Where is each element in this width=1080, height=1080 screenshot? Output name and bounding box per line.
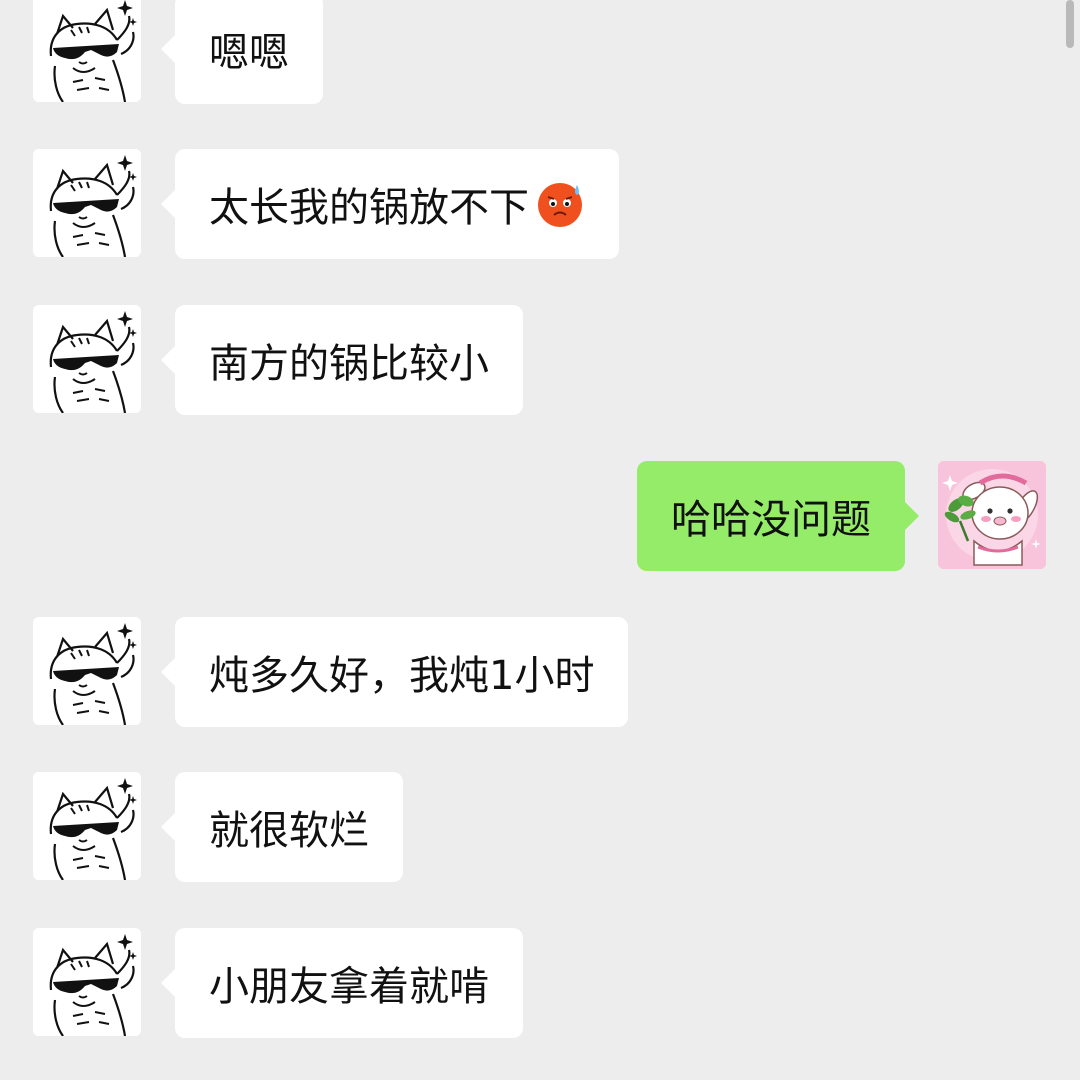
outgoing-message-bubble[interactable]: 哈哈没问题 xyxy=(637,461,919,571)
message-row: 就很软烂 xyxy=(0,772,1080,882)
message-row: 哈哈没问题 xyxy=(0,461,1080,571)
sunglasses-cat-avatar-icon[interactable] xyxy=(33,149,141,257)
message-text: 小朋友拿着就啃 xyxy=(209,964,489,1010)
scrollbar[interactable] xyxy=(1066,0,1074,48)
message-text: 哈哈没问题 xyxy=(671,497,871,543)
message-text: 南方的锅比较小 xyxy=(209,341,489,387)
sunglasses-cat-avatar-icon[interactable] xyxy=(33,617,141,725)
sunglasses-cat-avatar-icon[interactable] xyxy=(33,305,141,413)
message-row: 南方的锅比较小 xyxy=(0,305,1080,415)
incoming-message-bubble[interactable]: 太长我的锅放不下 xyxy=(161,149,619,259)
message-text: 就很软烂 xyxy=(209,808,369,854)
message-row: 炖多久好，我炖1小时 xyxy=(0,617,1080,727)
incoming-message-bubble[interactable]: 就很软烂 xyxy=(161,772,403,882)
message-row: 嗯嗯 xyxy=(0,0,1080,104)
bunny-with-plant-avatar-icon[interactable] xyxy=(938,461,1046,569)
sunglasses-cat-avatar-icon[interactable] xyxy=(33,0,141,102)
anxious-sweat-emoji-icon xyxy=(535,179,585,229)
message-row: 太长我的锅放不下 xyxy=(0,149,1080,259)
incoming-message-bubble[interactable]: 南方的锅比较小 xyxy=(161,305,523,415)
sunglasses-cat-avatar-icon[interactable] xyxy=(33,772,141,880)
chat-history: 嗯嗯 太长我的锅放不下 南方的锅比较小 哈哈没问题 炖多久好，我炖1小时 就很软… xyxy=(0,0,1080,1080)
message-row: 小朋友拿着就啃 xyxy=(0,928,1080,1038)
message-text: 太长我的锅放不下 xyxy=(209,185,529,231)
incoming-message-bubble[interactable]: 炖多久好，我炖1小时 xyxy=(160,617,629,727)
incoming-message-bubble[interactable]: 嗯嗯 xyxy=(161,0,323,104)
incoming-message-bubble[interactable]: 小朋友拿着就啃 xyxy=(161,928,523,1038)
message-text: 炖多久好，我炖1小时 xyxy=(209,653,595,699)
message-text: 嗯嗯 xyxy=(209,30,289,76)
sunglasses-cat-avatar-icon[interactable] xyxy=(33,928,141,1036)
